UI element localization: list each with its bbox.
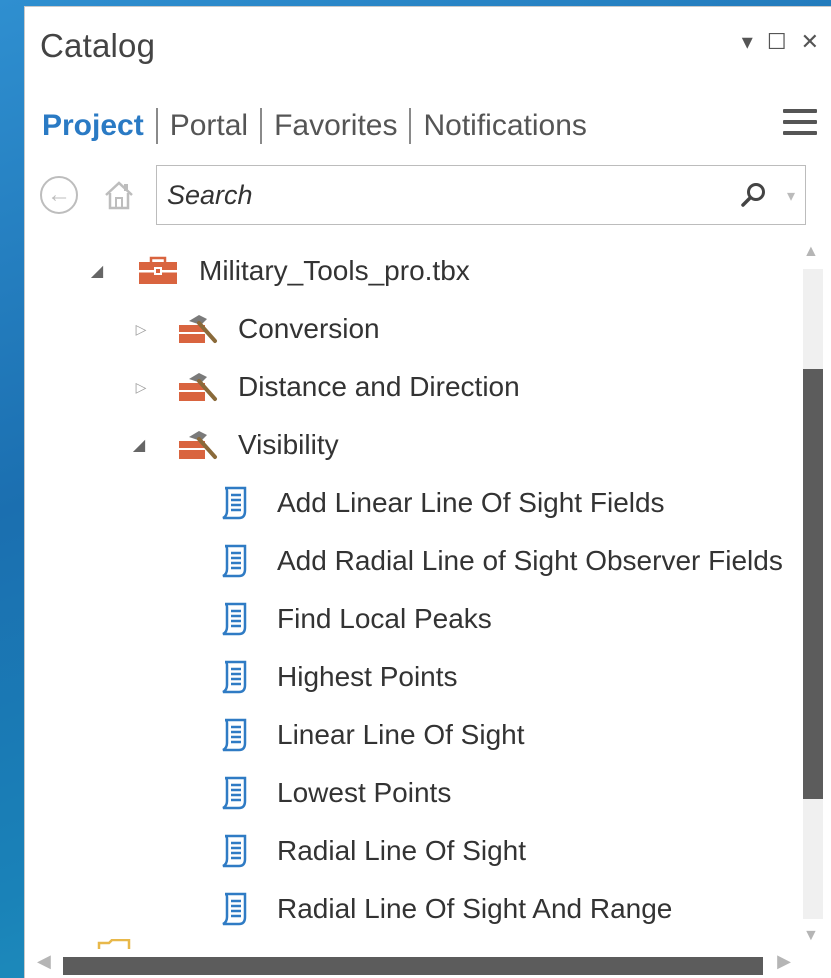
catalog-tree: ◢ Military_Tools_pro.tbx ▷ Conversion ▷ … — [25, 239, 795, 939]
hamburger-menu-icon[interactable] — [783, 109, 817, 137]
tree-node-tool[interactable]: Find Local Peaks — [25, 590, 795, 648]
toolset-icon — [177, 311, 219, 347]
dropdown-icon[interactable]: ▾ — [742, 31, 753, 53]
tree-node-tool[interactable]: Lowest Points — [25, 764, 795, 822]
catalog-tabs: Project Portal Favorites Notifications — [42, 105, 599, 147]
toolbox-icon — [137, 253, 179, 289]
tab-portal[interactable]: Portal — [158, 105, 260, 147]
tree-node-toolset[interactable]: ◢ Visibility — [25, 416, 795, 474]
horizontal-scrollbar[interactable]: ◀ ▶ — [25, 949, 795, 978]
tool-label: Radial Line Of Sight And Range — [277, 893, 673, 924]
toolset-label: Visibility — [238, 429, 339, 460]
tree-node-tool[interactable]: Add Linear Line Of Sight Fields — [25, 474, 795, 532]
vertical-scrollbar[interactable]: ▲ ▼ — [793, 239, 831, 947]
tree-node-toolbox[interactable]: ◢ Military_Tools_pro.tbx — [25, 242, 795, 300]
script-tool-icon — [217, 543, 259, 579]
search-options-chevron-icon[interactable]: ▾ — [787, 186, 795, 206]
script-tool-icon — [217, 601, 259, 637]
tree-node-toolset[interactable]: ▷ Conversion — [25, 300, 795, 358]
scroll-down-icon[interactable]: ▼ — [803, 927, 819, 945]
tree-node-tool[interactable]: Radial Line Of Sight And Range — [25, 880, 795, 938]
catalog-pane: Catalog ▾ ☐ ✕ Project Portal Favorites N… — [24, 6, 831, 978]
script-tool-icon — [217, 717, 259, 753]
tool-label: Highest Points — [277, 661, 458, 692]
toolset-icon — [177, 369, 219, 405]
scroll-thumb[interactable] — [803, 369, 823, 799]
tab-favorites[interactable]: Favorites — [262, 105, 409, 147]
toolset-label: Distance and Direction — [238, 371, 520, 402]
expand-caret-icon[interactable]: ◢ — [87, 261, 107, 281]
tab-project[interactable]: Project — [42, 105, 156, 147]
back-icon[interactable]: ← — [40, 176, 78, 214]
scroll-right-icon[interactable]: ▶ — [777, 951, 791, 972]
pane-title: Catalog — [40, 27, 156, 64]
tool-label: Lowest Points — [277, 777, 452, 808]
search-box: ▾ — [156, 165, 806, 225]
tree-node-tool[interactable]: Add Radial Line of Sight Observer Fields — [25, 532, 795, 590]
tool-label: Radial Line Of Sight — [277, 835, 527, 866]
close-icon[interactable]: ✕ — [801, 31, 819, 53]
tree-node-toolset[interactable]: ▷ Distance and Direction — [25, 358, 795, 416]
script-tool-icon — [217, 659, 259, 695]
home-icon[interactable] — [100, 176, 138, 214]
window-controls: ▾ ☐ ✕ — [742, 31, 819, 53]
script-tool-icon — [217, 775, 259, 811]
toolset-icon — [177, 427, 219, 463]
tool-label: Linear Line Of Sight — [277, 719, 525, 750]
maximize-icon[interactable]: ☐ — [767, 31, 787, 53]
tool-label: Add Radial Line of Sight Observer Fields — [277, 545, 783, 576]
search-input[interactable] — [167, 174, 707, 216]
pane-titlebar: Catalog ▾ ☐ ✕ — [25, 7, 831, 85]
search-icon[interactable] — [739, 181, 767, 209]
scroll-left-icon[interactable]: ◀ — [37, 951, 51, 972]
tree-node-tool[interactable]: Radial Line Of Sight — [25, 822, 795, 880]
tree-node-tool[interactable]: Highest Points — [25, 648, 795, 706]
collapse-caret-icon[interactable]: ▷ — [131, 321, 151, 338]
toolset-label: Conversion — [238, 313, 380, 344]
tool-label: Find Local Peaks — [277, 603, 492, 634]
collapse-caret-icon[interactable]: ▷ — [131, 379, 151, 396]
tab-notifications[interactable]: Notifications — [411, 105, 598, 147]
scroll-up-icon[interactable]: ▲ — [803, 243, 819, 261]
tree-node-tool[interactable]: Linear Line Of Sight — [25, 706, 795, 764]
expand-caret-icon[interactable]: ◢ — [129, 435, 149, 455]
toolbox-label: Military_Tools_pro.tbx — [199, 255, 470, 286]
script-tool-icon — [217, 485, 259, 521]
tool-label: Add Linear Line Of Sight Fields — [277, 487, 665, 518]
horizontal-scroll-thumb[interactable] — [63, 957, 763, 975]
script-tool-icon — [217, 833, 259, 869]
script-tool-icon — [217, 891, 259, 927]
